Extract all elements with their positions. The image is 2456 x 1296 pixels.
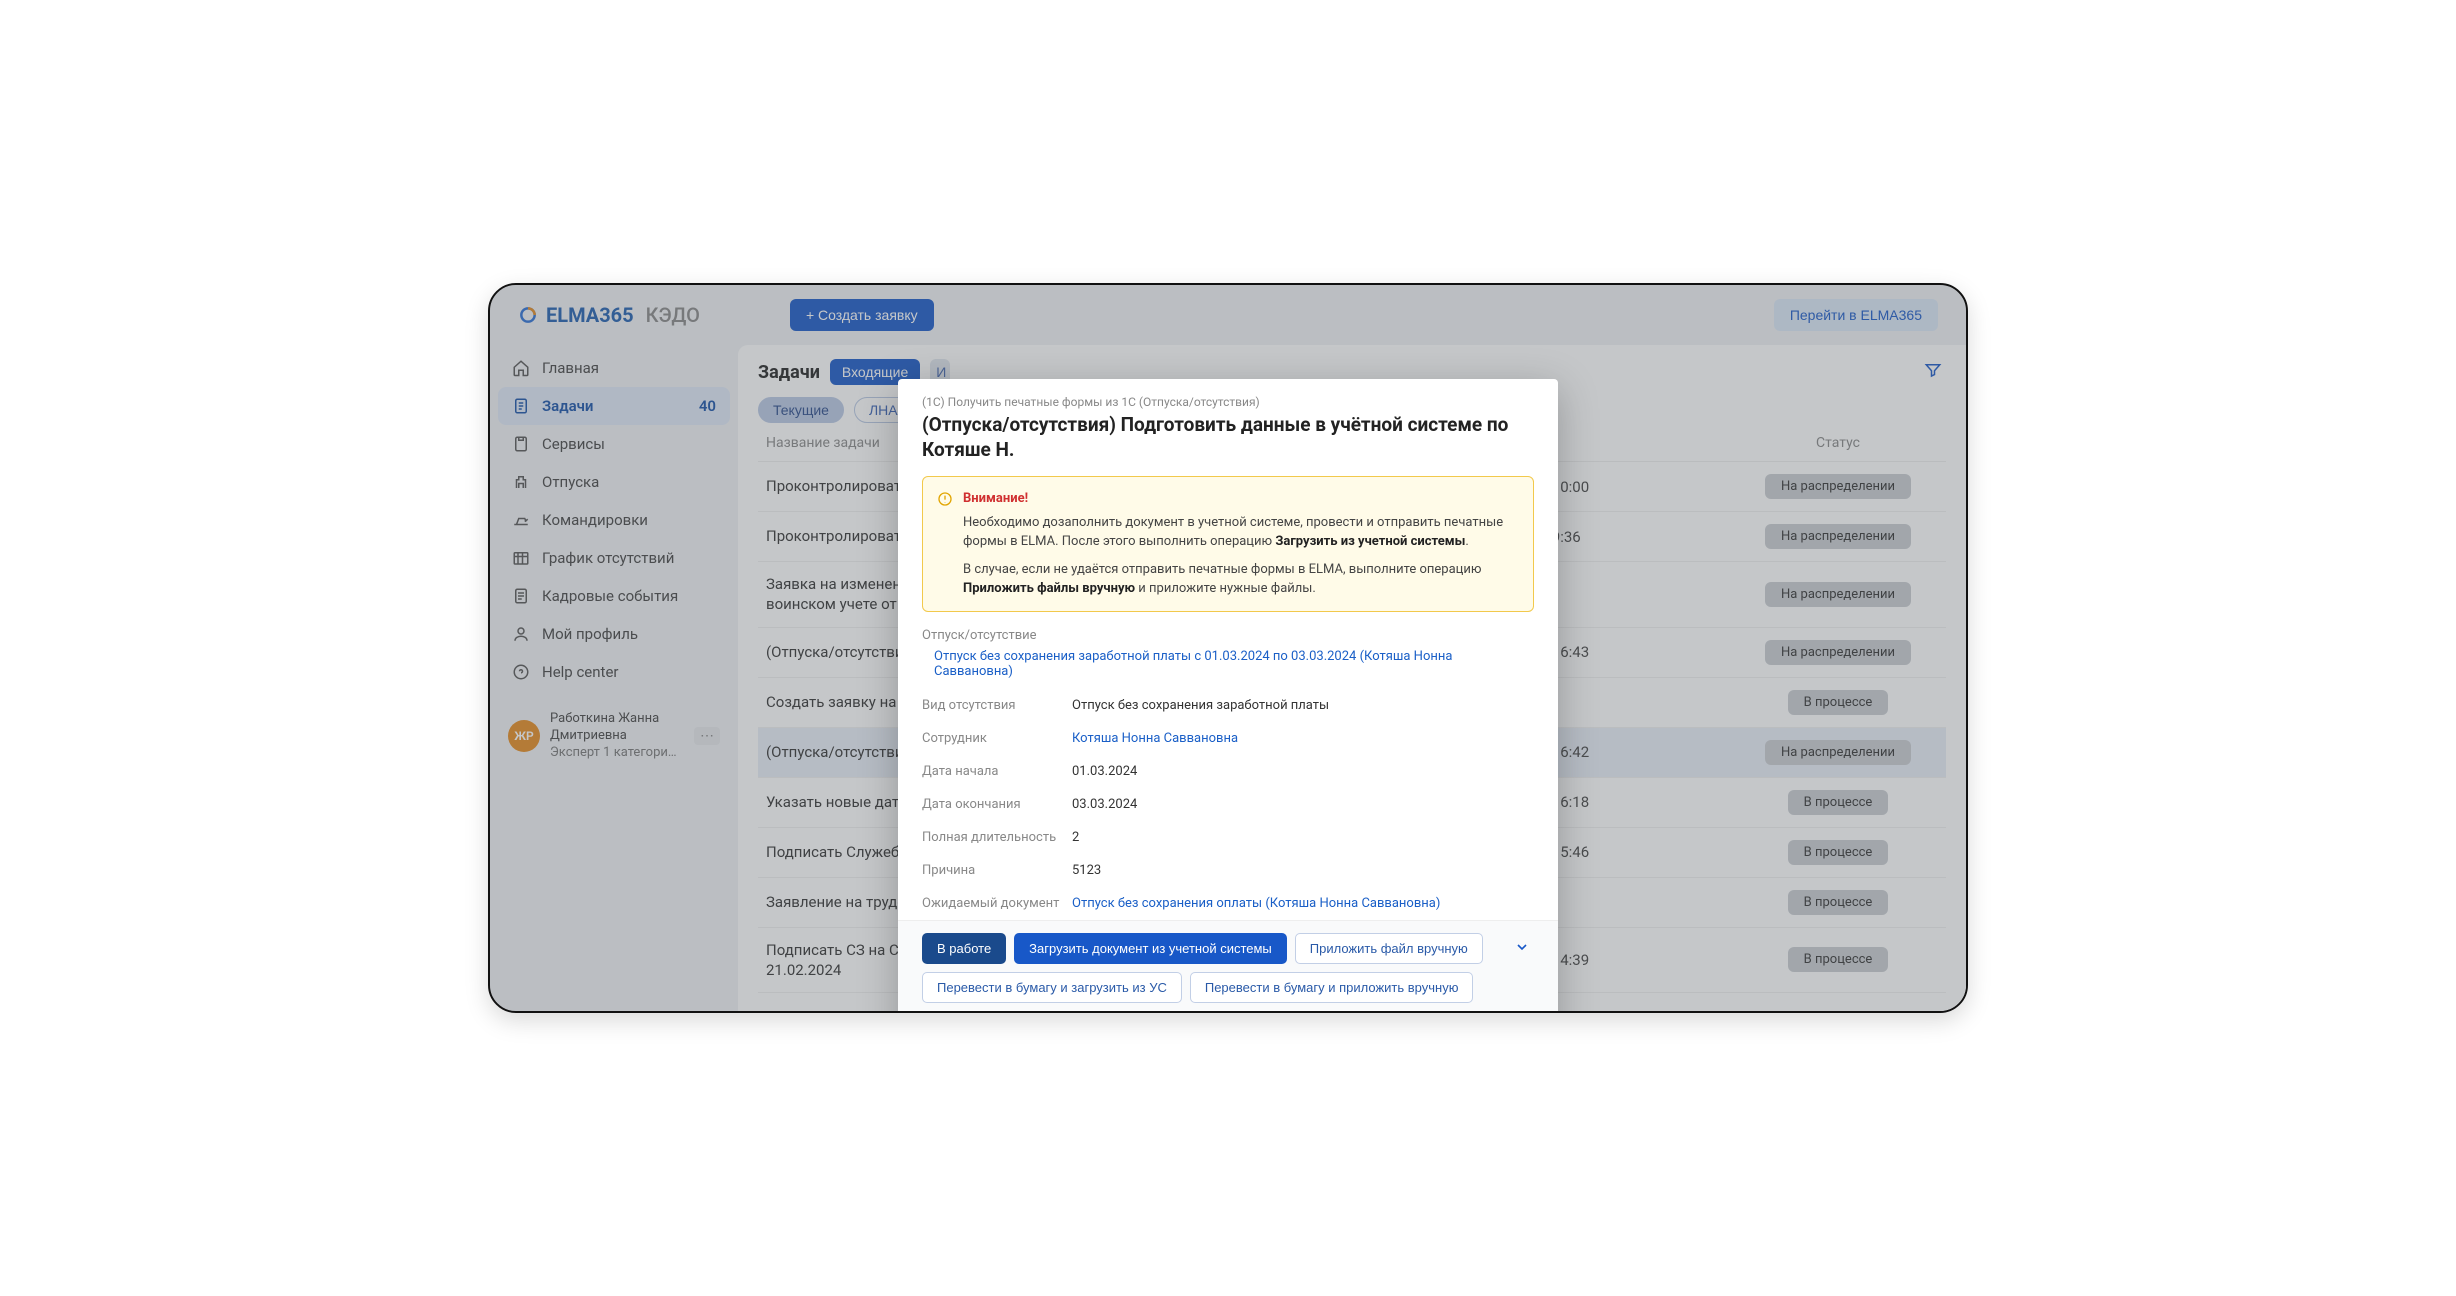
field-value: 01.03.2024 (1072, 764, 1534, 779)
field-row: Сотрудник Котяша Нонна Саввановна (922, 722, 1534, 755)
alert-p1: Необходимо дозаполнить документ в учетно… (963, 513, 1519, 552)
alert-title: Внимание! (963, 489, 1519, 509)
modal-breadcrumb: (1С) Получить печатные формы из 1С (Отпу… (922, 395, 1534, 409)
warning-icon (937, 491, 953, 507)
field-label: Дата окончания (922, 797, 1072, 812)
field-label: Дата начала (922, 764, 1072, 779)
field-value: Отпуск без сохранения заработной платы (1072, 698, 1534, 713)
in-work-button[interactable]: В работе (922, 933, 1006, 964)
field-label: Ожидаемый документ (922, 896, 1072, 911)
field-label: Сотрудник (922, 731, 1072, 746)
field-value: 2 (1072, 830, 1534, 845)
field-row: Причина 5123 (922, 854, 1534, 887)
alert-p2: В случае, если не удаётся отправить печа… (963, 560, 1519, 599)
field-row: Дата начала 01.03.2024 (922, 755, 1534, 788)
cancel-request-button[interactable]: Отменить запрос (922, 1011, 1056, 1013)
field-row: Полная длительность 2 (922, 821, 1534, 854)
field-list: Вид отсутствия Отпуск без сохранения зар… (922, 689, 1534, 920)
field-label: Полная длительность (922, 830, 1072, 845)
task-modal: (1С) Получить печатные формы из 1С (Отпу… (898, 379, 1558, 1013)
field-value: 03.03.2024 (1072, 797, 1534, 812)
attach-file-button[interactable]: Приложить файл вручную (1295, 933, 1483, 964)
chevron-down-icon[interactable] (1510, 935, 1534, 962)
alert-box: Внимание! Необходимо дозаполнить докумен… (922, 476, 1534, 612)
absence-link[interactable]: Отпуск без сохранения заработной платы с… (922, 649, 1534, 679)
field-row: Ожидаемый документ Отпуск без сохранения… (922, 887, 1534, 920)
field-value: 5123 (1072, 863, 1534, 878)
field-row: Вид отсутствия Отпуск без сохранения зар… (922, 689, 1534, 722)
section-label: Отпуск/отсутствие (922, 628, 1534, 643)
field-value[interactable]: Отпуск без сохранения оплаты (Котяша Нон… (1072, 896, 1534, 911)
paper-attach-button[interactable]: Перевести в бумагу и приложить вручную (1190, 972, 1474, 1003)
modal-title: (Отпуска/отсутствия) Подготовить данные … (922, 413, 1534, 462)
modal-footer: В работе Загрузить документ из учетной с… (898, 920, 1558, 1013)
load-doc-button[interactable]: Загрузить документ из учетной системы (1014, 933, 1287, 964)
field-row: Дата окончания 03.03.2024 (922, 788, 1534, 821)
field-value[interactable]: Котяша Нонна Саввановна (1072, 731, 1534, 746)
field-label: Причина (922, 863, 1072, 878)
field-label: Вид отсутствия (922, 698, 1072, 713)
paper-load-button[interactable]: Перевести в бумагу и загрузить из УС (922, 972, 1182, 1003)
